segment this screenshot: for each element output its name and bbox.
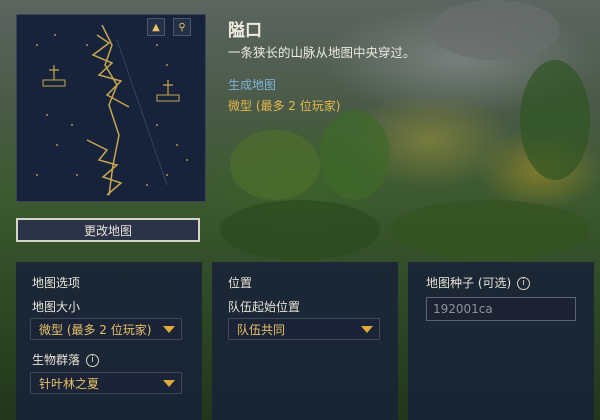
map-options-title: 地图选项 [32, 276, 81, 290]
map-size-dropdown[interactable]: 微型 (最多 2 位玩家) [30, 318, 182, 340]
team-start-dropdown[interactable]: 队伍共同 [228, 318, 380, 340]
info-icon[interactable]: i [86, 354, 100, 367]
biome-value: 针叶林之夏 [39, 376, 100, 391]
chevron-down-icon [163, 326, 175, 333]
generate-map-label: 生成地图 [228, 78, 277, 92]
map-options-panel: 地图选项 地图大小 微型 (最多 2 位玩家) 生物群落 i 针叶林之夏 [16, 262, 202, 420]
seed-title: 地图种子 (可选) i [426, 274, 531, 291]
map-preview-drawing [36, 24, 188, 196]
position-panel: 位置 队伍起始位置 队伍共同 [212, 262, 398, 420]
position-title: 位置 [228, 276, 253, 290]
map-size-value: 微型 (最多 2 位玩家) [39, 322, 152, 337]
map-size-label: 地图大小 [32, 300, 81, 314]
chevron-down-icon [361, 326, 373, 333]
seed-panel: 地图种子 (可选) i [408, 262, 594, 420]
mountain-toggle-button[interactable]: ▲ [147, 18, 165, 36]
info-icon[interactable]: i [517, 277, 531, 290]
map-preview: ▲ ⚲ [16, 14, 206, 202]
biome-label: 生物群落 i [32, 351, 100, 368]
chevron-down-icon [163, 380, 175, 387]
generate-map-value: 微型 (最多 2 位玩家) [228, 99, 341, 113]
map-title: 隘口 [228, 21, 262, 41]
map-description: 一条狭长的山脉从地图中央穿过。 [228, 45, 416, 60]
team-start-label: 队伍起始位置 [228, 300, 301, 314]
seed-input[interactable] [426, 297, 576, 321]
change-map-button[interactable]: 更改地图 [16, 218, 200, 242]
river-icon: ⚲ [178, 21, 186, 33]
river-toggle-button[interactable]: ⚲ [173, 18, 191, 36]
biome-dropdown[interactable]: 针叶林之夏 [30, 372, 182, 394]
team-start-value: 队伍共同 [237, 322, 286, 337]
mountain-icon: ▲ [152, 21, 160, 33]
